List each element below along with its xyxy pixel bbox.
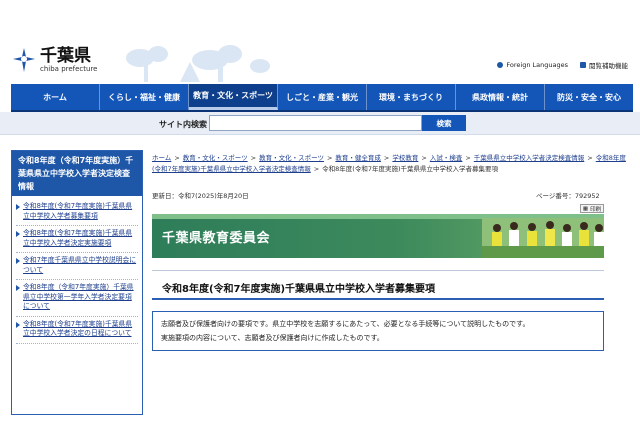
sidebar-item-label: 令和8年度（令和7年度実施）千葉県県立中学校第一学年入学者決定要項について bbox=[23, 283, 134, 310]
accessibility-label: 閲覧補助機能 bbox=[589, 62, 628, 70]
arrow-right-icon bbox=[16, 231, 20, 237]
page-number: ページ番号：792952 bbox=[536, 192, 600, 200]
site-search-bar: サイト内検索 検索 bbox=[0, 112, 640, 135]
breadcrumb-link-education-2[interactable]: 教育・文化・スポーツ bbox=[259, 154, 324, 162]
foreign-languages-link[interactable]: Foreign Languages bbox=[497, 61, 568, 69]
nav-prefectural-info-statistics[interactable]: 県政情報・統計 bbox=[456, 84, 545, 110]
breadcrumb-current: 令和8年度(令和7年度実施)千葉県県立中学校入学者募集要項 bbox=[322, 165, 499, 173]
arrow-right-icon bbox=[16, 258, 20, 264]
search-label: サイト内検索 bbox=[159, 120, 207, 129]
nav-work-industry-tourism[interactable]: しごと・産業・観光 bbox=[278, 84, 367, 110]
sidebar-item[interactable]: 令和8年度(令和7年度実施)千葉県県立中学校入学者決定実施要項 bbox=[16, 226, 138, 253]
site-logo[interactable]: 千葉県 chiba prefecture bbox=[11, 46, 98, 74]
sidebar-item[interactable]: 令和8年度(令和7年度実施)千葉県県立中学校入学者募集要項 bbox=[16, 199, 138, 226]
sidebar-item-label: 令和8年度(令和7年度実施)千葉県県立中学校入学者決定の日程について bbox=[23, 319, 133, 338]
sidebar-item[interactable]: 令和8年度(令和7年度実施)千葉県県立中学校入学者決定の日程について bbox=[16, 317, 138, 344]
chiba-prefecture-emblem-icon bbox=[13, 48, 35, 72]
board-of-education-banner: 千葉県教育委員会 bbox=[152, 214, 604, 258]
accessibility-link[interactable]: 閲覧補助機能 bbox=[580, 60, 628, 70]
local-navigation-sidebar: 令和8年度（令和7年度実施）千葉県県立中学校入学者決定検査情報 令和8年度(令和… bbox=[11, 150, 143, 415]
sidebar-heading[interactable]: 令和8年度（令和7年度実施）千葉県県立中学校入学者決定検査情報 bbox=[12, 151, 142, 196]
print-label: 印刷 bbox=[590, 206, 602, 213]
sidebar-item[interactable]: 令和8年度（令和7年度実施）千葉県県立中学校第一学年入学者決定要項について bbox=[16, 280, 138, 317]
page-title-box: 令和8年度(令和7年度実施)千葉県県立中学校入学者募集要項 bbox=[152, 270, 604, 300]
breadcrumb-link-youth[interactable]: 教育・健全育成 bbox=[335, 154, 381, 162]
sidebar-item[interactable]: 令和7年度千葉県県立中学校説明会について bbox=[16, 253, 138, 280]
banner-title: 千葉県教育委員会 bbox=[162, 231, 271, 246]
logo-subtitle: chiba prefecture bbox=[40, 64, 98, 73]
arrow-right-icon bbox=[16, 321, 20, 328]
foreign-languages-label: Foreign Languages bbox=[506, 61, 568, 69]
sidebar-item-label: 令和7年度千葉県県立中学校説明会について bbox=[23, 256, 137, 274]
sidebar-item-label: 令和8年度(令和7年度実施)千葉県県立中学校入学者決定実施要項 bbox=[23, 229, 133, 247]
nav-education-culture-sports[interactable]: 教育・文化・スポーツ bbox=[189, 84, 278, 110]
sidebar-item-label: 令和8年度(令和7年度実施)千葉県県立中学校入学者募集要項 bbox=[23, 202, 133, 220]
updated-date: 更新日：令和7(2025)年8月20日 bbox=[152, 192, 249, 200]
accessibility-icon bbox=[580, 62, 586, 68]
globe-icon bbox=[497, 62, 504, 68]
site-header: 千葉県 chiba prefecture Foreign Languages 閲… bbox=[0, 40, 640, 82]
logo-title: 千葉県 bbox=[40, 45, 91, 66]
print-button[interactable]: ▦ 印刷 bbox=[580, 204, 604, 213]
breadcrumb-link-home[interactable]: ホーム bbox=[152, 154, 171, 162]
search-button[interactable]: 検索 bbox=[422, 115, 466, 131]
lead-line: 志願者及び保護者向けの要項です。県立中学校を志願するにあたって、必要となる手続等… bbox=[161, 320, 530, 328]
nav-home[interactable]: ホーム bbox=[11, 84, 100, 110]
breadcrumb-link-school-education[interactable]: 学校教育 bbox=[392, 154, 418, 162]
lead-line: 実施要項の内容について、志願者及び保護者向けに作成したものです。 bbox=[161, 334, 384, 342]
arrow-right-icon bbox=[16, 285, 20, 291]
printer-icon: ▦ bbox=[582, 205, 589, 212]
lead-text-box: 志願者及び保護者向けの要項です。県立中学校を志願するにあたって、必要となる手続等… bbox=[152, 311, 604, 351]
breadcrumb: ホーム > 教育・文化・スポーツ > 教育・文化・スポーツ > 教育・健全育成 > 学校教育 > 入… bbox=[152, 154, 626, 173]
arrow-right-icon bbox=[16, 204, 20, 210]
breadcrumb-link-education[interactable]: 教育・文化・スポーツ bbox=[183, 154, 248, 162]
nav-environment-town[interactable]: 環境・まちづくり bbox=[367, 84, 456, 110]
page-title: 令和8年度(令和7年度実施)千葉県県立中学校入学者募集要項 bbox=[162, 284, 436, 295]
sidebar-list: 令和8年度(令和7年度実施)千葉県県立中学校入学者募集要項 令和8年度(令和7年… bbox=[12, 196, 142, 344]
header-decoration-illustration bbox=[126, 45, 270, 82]
utility-links: Foreign Languages 閲覧補助機能 bbox=[497, 60, 628, 70]
nav-living-welfare-health[interactable]: くらし・福祉・健康 bbox=[100, 84, 189, 110]
search-input[interactable] bbox=[209, 115, 422, 131]
breadcrumb-link-junior-high-info[interactable]: 千葉県県立中学校入学者決定検査情報 bbox=[474, 154, 585, 162]
global-navigation: ホーム くらし・福祉・健康 教育・文化・スポーツ しごと・産業・観光 環境・まち… bbox=[11, 84, 633, 110]
breadcrumb-link-exams[interactable]: 入試・検査 bbox=[430, 154, 463, 162]
nav-disaster-safety[interactable]: 防災・安全・安心 bbox=[545, 84, 633, 110]
